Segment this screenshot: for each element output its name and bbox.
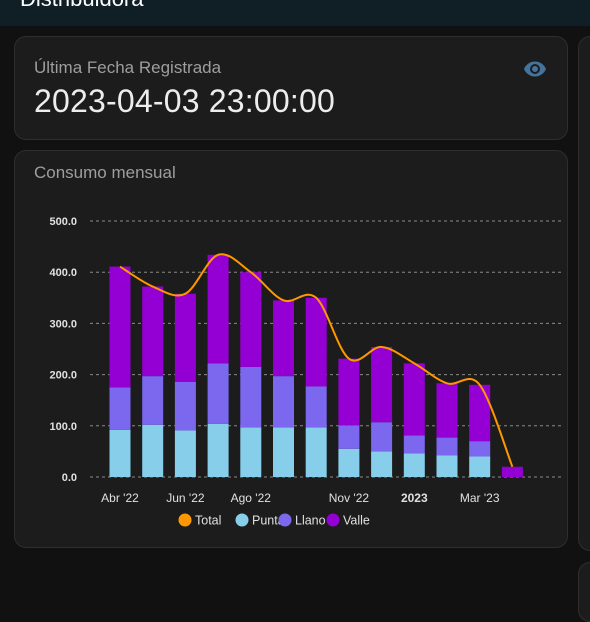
x-tick-label: Nov '22 (329, 491, 370, 505)
side-card-partial-bottom (578, 562, 590, 622)
bar-llano (174, 381, 196, 431)
bar-punta (338, 448, 360, 477)
bar-punta (174, 430, 196, 477)
bar-llano (403, 435, 425, 454)
legend-label: Total (195, 514, 221, 528)
bar-valle (371, 346, 393, 423)
bar-punta (436, 455, 458, 477)
bar-punta (273, 427, 294, 477)
y-tick-label: 300.0 (49, 318, 77, 330)
bar-llano (469, 441, 491, 457)
bar-punta (109, 429, 131, 477)
bar-punta (207, 423, 229, 477)
legend-label: Valle (343, 514, 370, 528)
bar-llano (371, 422, 393, 452)
bar-valle (501, 466, 523, 477)
last-date-value: 2023-04-03 23:00:00 (34, 83, 335, 119)
legend-marker (278, 513, 292, 527)
bar-punta (469, 456, 491, 477)
side-card-partial (578, 36, 590, 551)
monthly-consumption-card: Consumo mensual 0.0 100.0 200.0 300.0 400.0 5… (14, 150, 568, 548)
legend-marker (326, 513, 340, 527)
top-app-bar: Distribuidora (0, 0, 590, 26)
monthly-consumption-chart: 0.0 100.0 200.0 300.0 400.0 500.0 Abr '22 Jun '… (49, 216, 561, 528)
legend-label: Llano (295, 514, 326, 528)
x-tick-label: 2023 (401, 491, 428, 505)
x-tick-label: Abr '22 (101, 491, 139, 505)
y-tick-label: 0.0 (62, 472, 77, 484)
y-tick-label: 400.0 (49, 267, 77, 279)
bar-valle (109, 266, 131, 388)
bar-valle (338, 358, 360, 426)
y-tick-label: 200.0 (49, 370, 77, 382)
bar-llano (305, 386, 327, 428)
bar-valle (469, 384, 491, 442)
bar-valle (174, 293, 196, 382)
bar-valle (273, 300, 294, 377)
bar-punta (371, 451, 393, 477)
bar-punta (403, 453, 425, 477)
legend-marker (235, 513, 249, 527)
x-tick-label: Mar '23 (460, 491, 500, 505)
bar-llano (142, 376, 164, 425)
x-tick-label: Ago '22 (231, 491, 272, 505)
last-date-label: Última Fecha Registrada (34, 58, 222, 77)
bar-valle (403, 363, 425, 436)
last-date-card: Última Fecha Registrada 2023-04-03 23:00… (14, 36, 568, 140)
bar-llano (273, 376, 294, 428)
legend-marker (178, 513, 192, 527)
app-title: Distribuidora (20, 0, 144, 12)
x-tick-label: Jun '22 (166, 491, 205, 505)
bar-valle (240, 272, 262, 367)
bar-valle (436, 383, 458, 438)
bar-llano (240, 366, 262, 428)
y-tick-label: 100.0 (49, 421, 77, 433)
bar-llano (338, 425, 360, 449)
bar-valle (142, 286, 164, 377)
bar-llano (436, 437, 458, 456)
bar-punta (240, 427, 262, 477)
eye-icon[interactable] (521, 57, 549, 81)
bar-llano (109, 387, 131, 430)
bar-valle (207, 254, 229, 364)
bar-punta (305, 427, 327, 477)
y-tick-label: 500.0 (49, 216, 77, 228)
bar-llano (207, 363, 229, 424)
bar-punta (142, 424, 164, 477)
